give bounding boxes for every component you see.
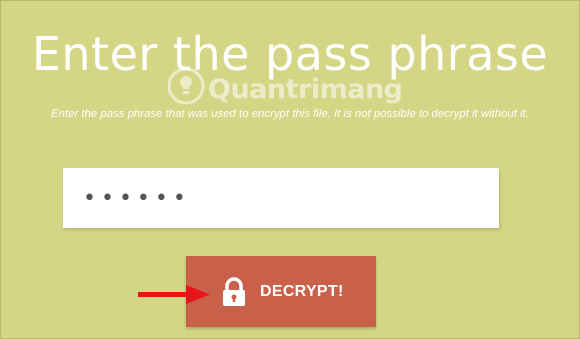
decrypt-button-label: DECRYPT! xyxy=(260,283,344,300)
red-arrow-icon xyxy=(138,285,210,304)
lock-icon xyxy=(223,277,245,306)
decrypt-button[interactable]: DECRYPT! xyxy=(186,256,376,327)
watermark-text: Quantrimang xyxy=(208,74,403,105)
pass-phrase-field[interactable] xyxy=(63,168,499,228)
watermark-logo: Quantrimang xyxy=(168,66,403,110)
lightbulb-icon xyxy=(168,67,205,105)
